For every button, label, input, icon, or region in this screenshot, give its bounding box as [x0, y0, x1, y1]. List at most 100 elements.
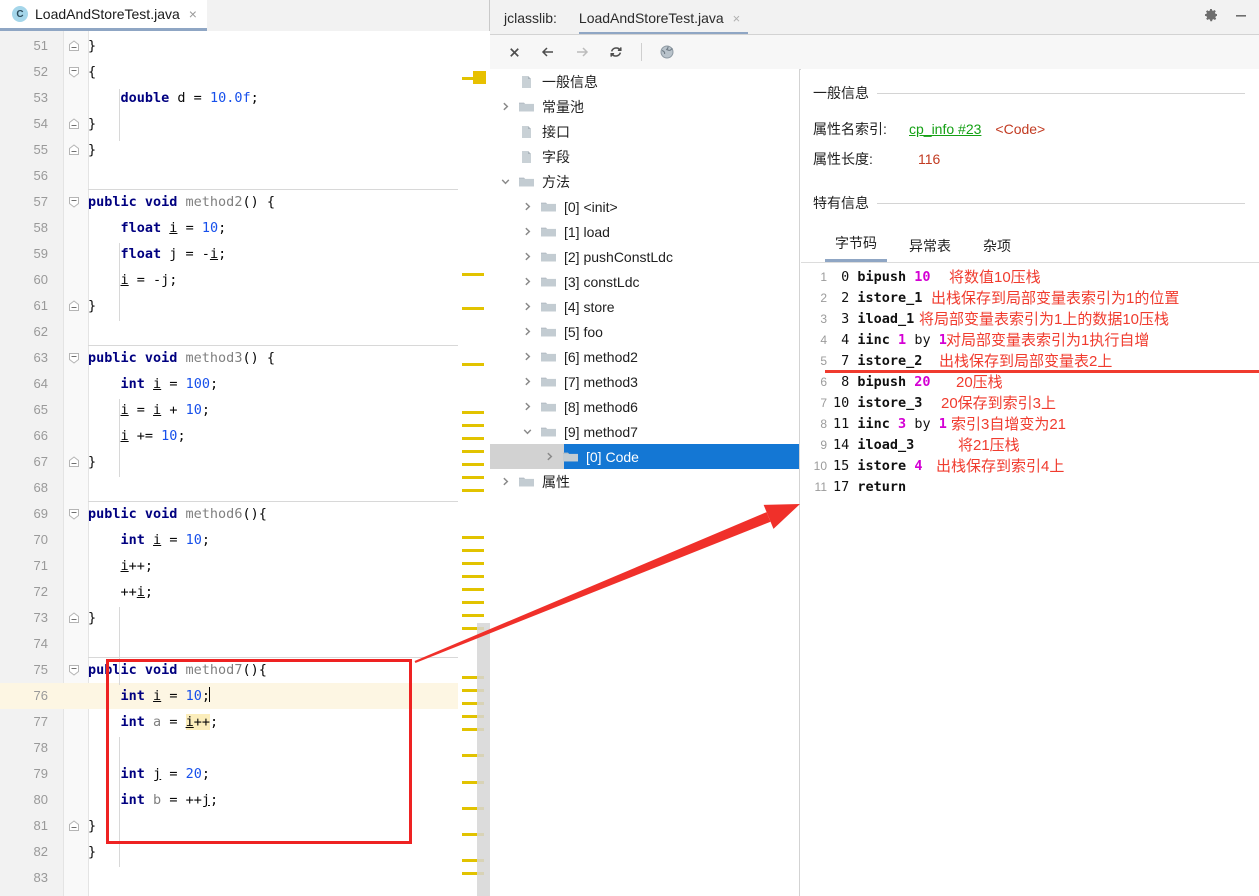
- chevron-right-icon[interactable]: [520, 325, 534, 339]
- forward-button[interactable]: [568, 39, 596, 65]
- tree-node[interactable]: 一般信息: [490, 69, 799, 94]
- change-marker[interactable]: [462, 601, 484, 604]
- tree-node[interactable]: [5] foo: [490, 319, 799, 344]
- fold-collapse-icon[interactable]: [68, 612, 80, 624]
- chevron-right-icon[interactable]: [520, 200, 534, 214]
- chevron-right-icon[interactable]: [520, 275, 534, 289]
- fold-expand-icon[interactable]: [68, 66, 80, 78]
- code-line[interactable]: 69 public void method6(){: [0, 501, 490, 527]
- close-button[interactable]: [500, 39, 528, 65]
- bytecode-instruction-row[interactable]: 5 7 istore_2 出栈保存到局部变量表2上: [801, 351, 1259, 372]
- tree-node[interactable]: [7] method3: [490, 369, 799, 394]
- tool-tab-loadandstoretest[interactable]: LoadAndStoreTest.java ×: [578, 10, 749, 34]
- fold-collapse-icon[interactable]: [68, 456, 80, 468]
- bytecode-tab[interactable]: 杂项: [973, 236, 1021, 262]
- chevron-right-icon[interactable]: [520, 350, 534, 364]
- code-line[interactable]: 61}: [0, 293, 490, 319]
- fold-expand-icon[interactable]: [68, 196, 80, 208]
- tree-node[interactable]: [2] pushConstLdc: [490, 244, 799, 269]
- fold-collapse-icon[interactable]: [68, 118, 80, 130]
- change-marker[interactable]: [462, 450, 484, 453]
- chevron-right-icon[interactable]: [498, 100, 512, 114]
- change-marker[interactable]: [462, 77, 484, 80]
- change-marker[interactable]: [462, 588, 484, 591]
- code-line[interactable]: 72 ++i;: [0, 579, 490, 605]
- tree-node[interactable]: [9] method7: [490, 419, 799, 444]
- code-line[interactable]: 71 i++;: [0, 553, 490, 579]
- gear-icon[interactable]: [1203, 7, 1219, 23]
- bytecode-tab[interactable]: 字节码: [825, 233, 887, 262]
- chevron-right-icon[interactable]: [498, 475, 512, 489]
- back-button[interactable]: [534, 39, 562, 65]
- tree-node[interactable]: [0] Code: [490, 444, 799, 469]
- code-line[interactable]: 83: [0, 865, 490, 891]
- code-line[interactable]: 56: [0, 163, 490, 189]
- code-line[interactable]: 67}: [0, 449, 490, 475]
- code-line[interactable]: 53 double d = 10.0f;: [0, 85, 490, 111]
- code-line[interactable]: 63 public void method3() {: [0, 345, 490, 371]
- chevron-right-icon[interactable]: [520, 250, 534, 264]
- cp-info-link[interactable]: cp_info #23: [909, 121, 981, 137]
- change-marker[interactable]: [462, 424, 484, 427]
- editor-tab-loadandstoretest[interactable]: C LoadAndStoreTest.java ×: [0, 0, 207, 31]
- tree-node[interactable]: 常量池: [490, 94, 799, 119]
- code-line[interactable]: 59 float j = -i;: [0, 241, 490, 267]
- minimize-icon[interactable]: [1233, 7, 1249, 23]
- close-icon[interactable]: ×: [733, 11, 741, 26]
- change-marker[interactable]: [462, 562, 484, 565]
- change-marker[interactable]: [462, 489, 484, 492]
- code-line[interactable]: 76 int i = 10;: [0, 683, 490, 709]
- code-line[interactable]: 60 i = -j;: [0, 267, 490, 293]
- bytecode-instruction-row[interactable]: 2 2 istore_1 出栈保存到局部变量表索引为1的位置: [801, 288, 1259, 309]
- code-line[interactable]: 58 float i = 10;: [0, 215, 490, 241]
- tree-node[interactable]: [8] method6: [490, 394, 799, 419]
- bytecode-listing[interactable]: 1 0 bipush 10 将数值10压栈 2 2 istore_1 出栈保存到局部变…: [801, 263, 1259, 498]
- chevron-right-icon[interactable]: [520, 375, 534, 389]
- code-line[interactable]: 57 public void method2() {: [0, 189, 490, 215]
- code-line[interactable]: 82}: [0, 839, 490, 865]
- fold-collapse-icon[interactable]: [68, 300, 80, 312]
- code-line[interactable]: 70 int i = 10;: [0, 527, 490, 553]
- tree-node[interactable]: [3] constLdc: [490, 269, 799, 294]
- bytecode-instruction-row[interactable]: 9 14 iload_3 将21压栈: [801, 435, 1259, 456]
- code-line[interactable]: 74: [0, 631, 490, 657]
- editor-scrollbar-thumb[interactable]: [477, 623, 490, 896]
- code-line[interactable]: 78: [0, 735, 490, 761]
- bytecode-instruction-row[interactable]: 11 17 return: [801, 477, 1259, 498]
- fold-expand-icon[interactable]: [68, 664, 80, 676]
- code-line[interactable]: 75 public void method7(){: [0, 657, 490, 683]
- chevron-down-icon[interactable]: [520, 425, 534, 439]
- tree-node[interactable]: 属性: [490, 469, 799, 494]
- close-icon[interactable]: ×: [189, 7, 197, 21]
- fold-collapse-icon[interactable]: [68, 40, 80, 52]
- change-marker[interactable]: [462, 476, 484, 479]
- bytecode-instruction-row[interactable]: 7 10 istore_3 20保存到索引3上: [801, 393, 1259, 414]
- reload-button[interactable]: [602, 39, 630, 65]
- code-line[interactable]: 62: [0, 319, 490, 345]
- tree-node[interactable]: [1] load: [490, 219, 799, 244]
- fold-collapse-icon[interactable]: [68, 820, 80, 832]
- tree-node[interactable]: [6] method2: [490, 344, 799, 369]
- bytecode-instruction-row[interactable]: 6 8 bipush 20 20压栈: [801, 372, 1259, 393]
- bytecode-instruction-row[interactable]: 8 11 iinc 3 by 1 索引3自增变为21: [801, 414, 1259, 435]
- tree-node[interactable]: [4] store: [490, 294, 799, 319]
- chevron-right-icon[interactable]: [542, 450, 556, 464]
- bytecode-tab-strip[interactable]: 字节码 异常表 杂项: [801, 232, 1259, 263]
- code-line[interactable]: 51}: [0, 33, 490, 59]
- tree-node[interactable]: 接口: [490, 119, 799, 144]
- code-line[interactable]: 54}: [0, 111, 490, 137]
- code-line[interactable]: 80 int b = ++j;: [0, 787, 490, 813]
- browse-button[interactable]: [653, 39, 681, 65]
- code-line[interactable]: 68: [0, 475, 490, 501]
- chevron-right-icon[interactable]: [520, 400, 534, 414]
- bytecode-instruction-row[interactable]: 4 4 iinc 1 by 1 对局部变量表索引为1执行自增: [801, 330, 1259, 351]
- code-line[interactable]: 55}: [0, 137, 490, 163]
- fold-expand-icon[interactable]: [68, 352, 80, 364]
- chevron-right-icon[interactable]: [520, 225, 534, 239]
- change-marker[interactable]: [462, 437, 484, 440]
- class-structure-tree[interactable]: 一般信息 常量池 接口 字段 方法 [0] <init> [1] load [2] pushC…: [490, 69, 800, 896]
- code-line[interactable]: 66 i += 10;: [0, 423, 490, 449]
- change-marker[interactable]: [462, 411, 484, 414]
- bytecode-tab[interactable]: 异常表: [899, 236, 961, 262]
- bytecode-instruction-row[interactable]: 1 0 bipush 10 将数值10压栈: [801, 267, 1259, 288]
